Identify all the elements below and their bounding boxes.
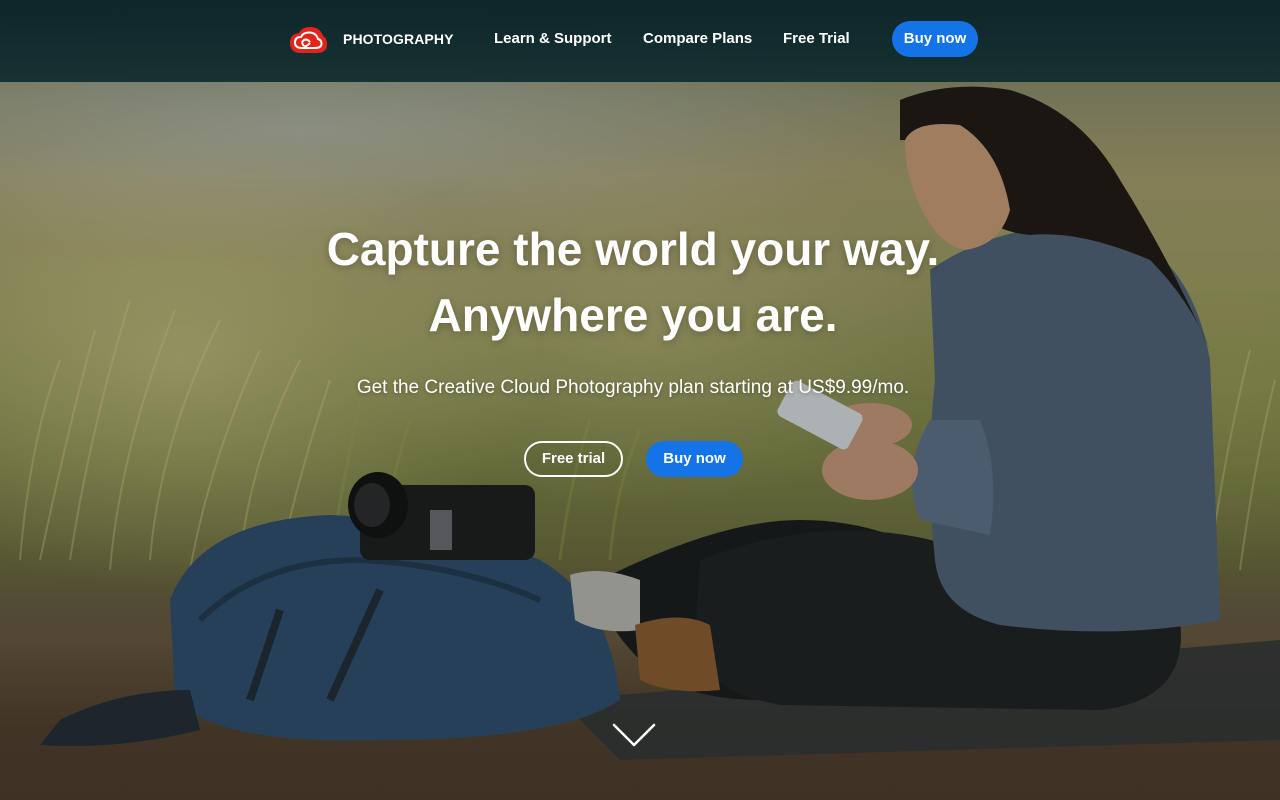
- chevron-down-icon[interactable]: [611, 722, 657, 748]
- top-navigation-bar: PHOTOGRAPHY Learn & Support Compare Plan…: [0, 0, 1280, 82]
- hero-background-image: [0, 0, 1280, 800]
- hero-headline-line-2: Anywhere you are.: [428, 289, 838, 341]
- creative-cloud-logo-icon[interactable]: [288, 25, 328, 55]
- hero-headline: Capture the world your way. Anywhere you…: [0, 216, 1266, 348]
- hero-headline-line-1: Capture the world your way.: [326, 223, 940, 275]
- nav-link-compare-plans[interactable]: Compare Plans: [643, 30, 752, 47]
- hero-subtitle: Get the Creative Cloud Photography plan …: [356, 377, 910, 398]
- photography-landing-page: PHOTOGRAPHY Learn & Support Compare Plan…: [0, 0, 1280, 800]
- free-trial-button[interactable]: Free trial: [524, 441, 623, 477]
- buy-now-button[interactable]: Buy now: [646, 441, 743, 477]
- brand-photography-link[interactable]: PHOTOGRAPHY: [343, 31, 454, 47]
- nav-buy-now-button[interactable]: Buy now: [892, 21, 978, 57]
- nav-link-free-trial[interactable]: Free Trial: [783, 30, 850, 47]
- nav-link-learn-support[interactable]: Learn & Support: [494, 30, 612, 47]
